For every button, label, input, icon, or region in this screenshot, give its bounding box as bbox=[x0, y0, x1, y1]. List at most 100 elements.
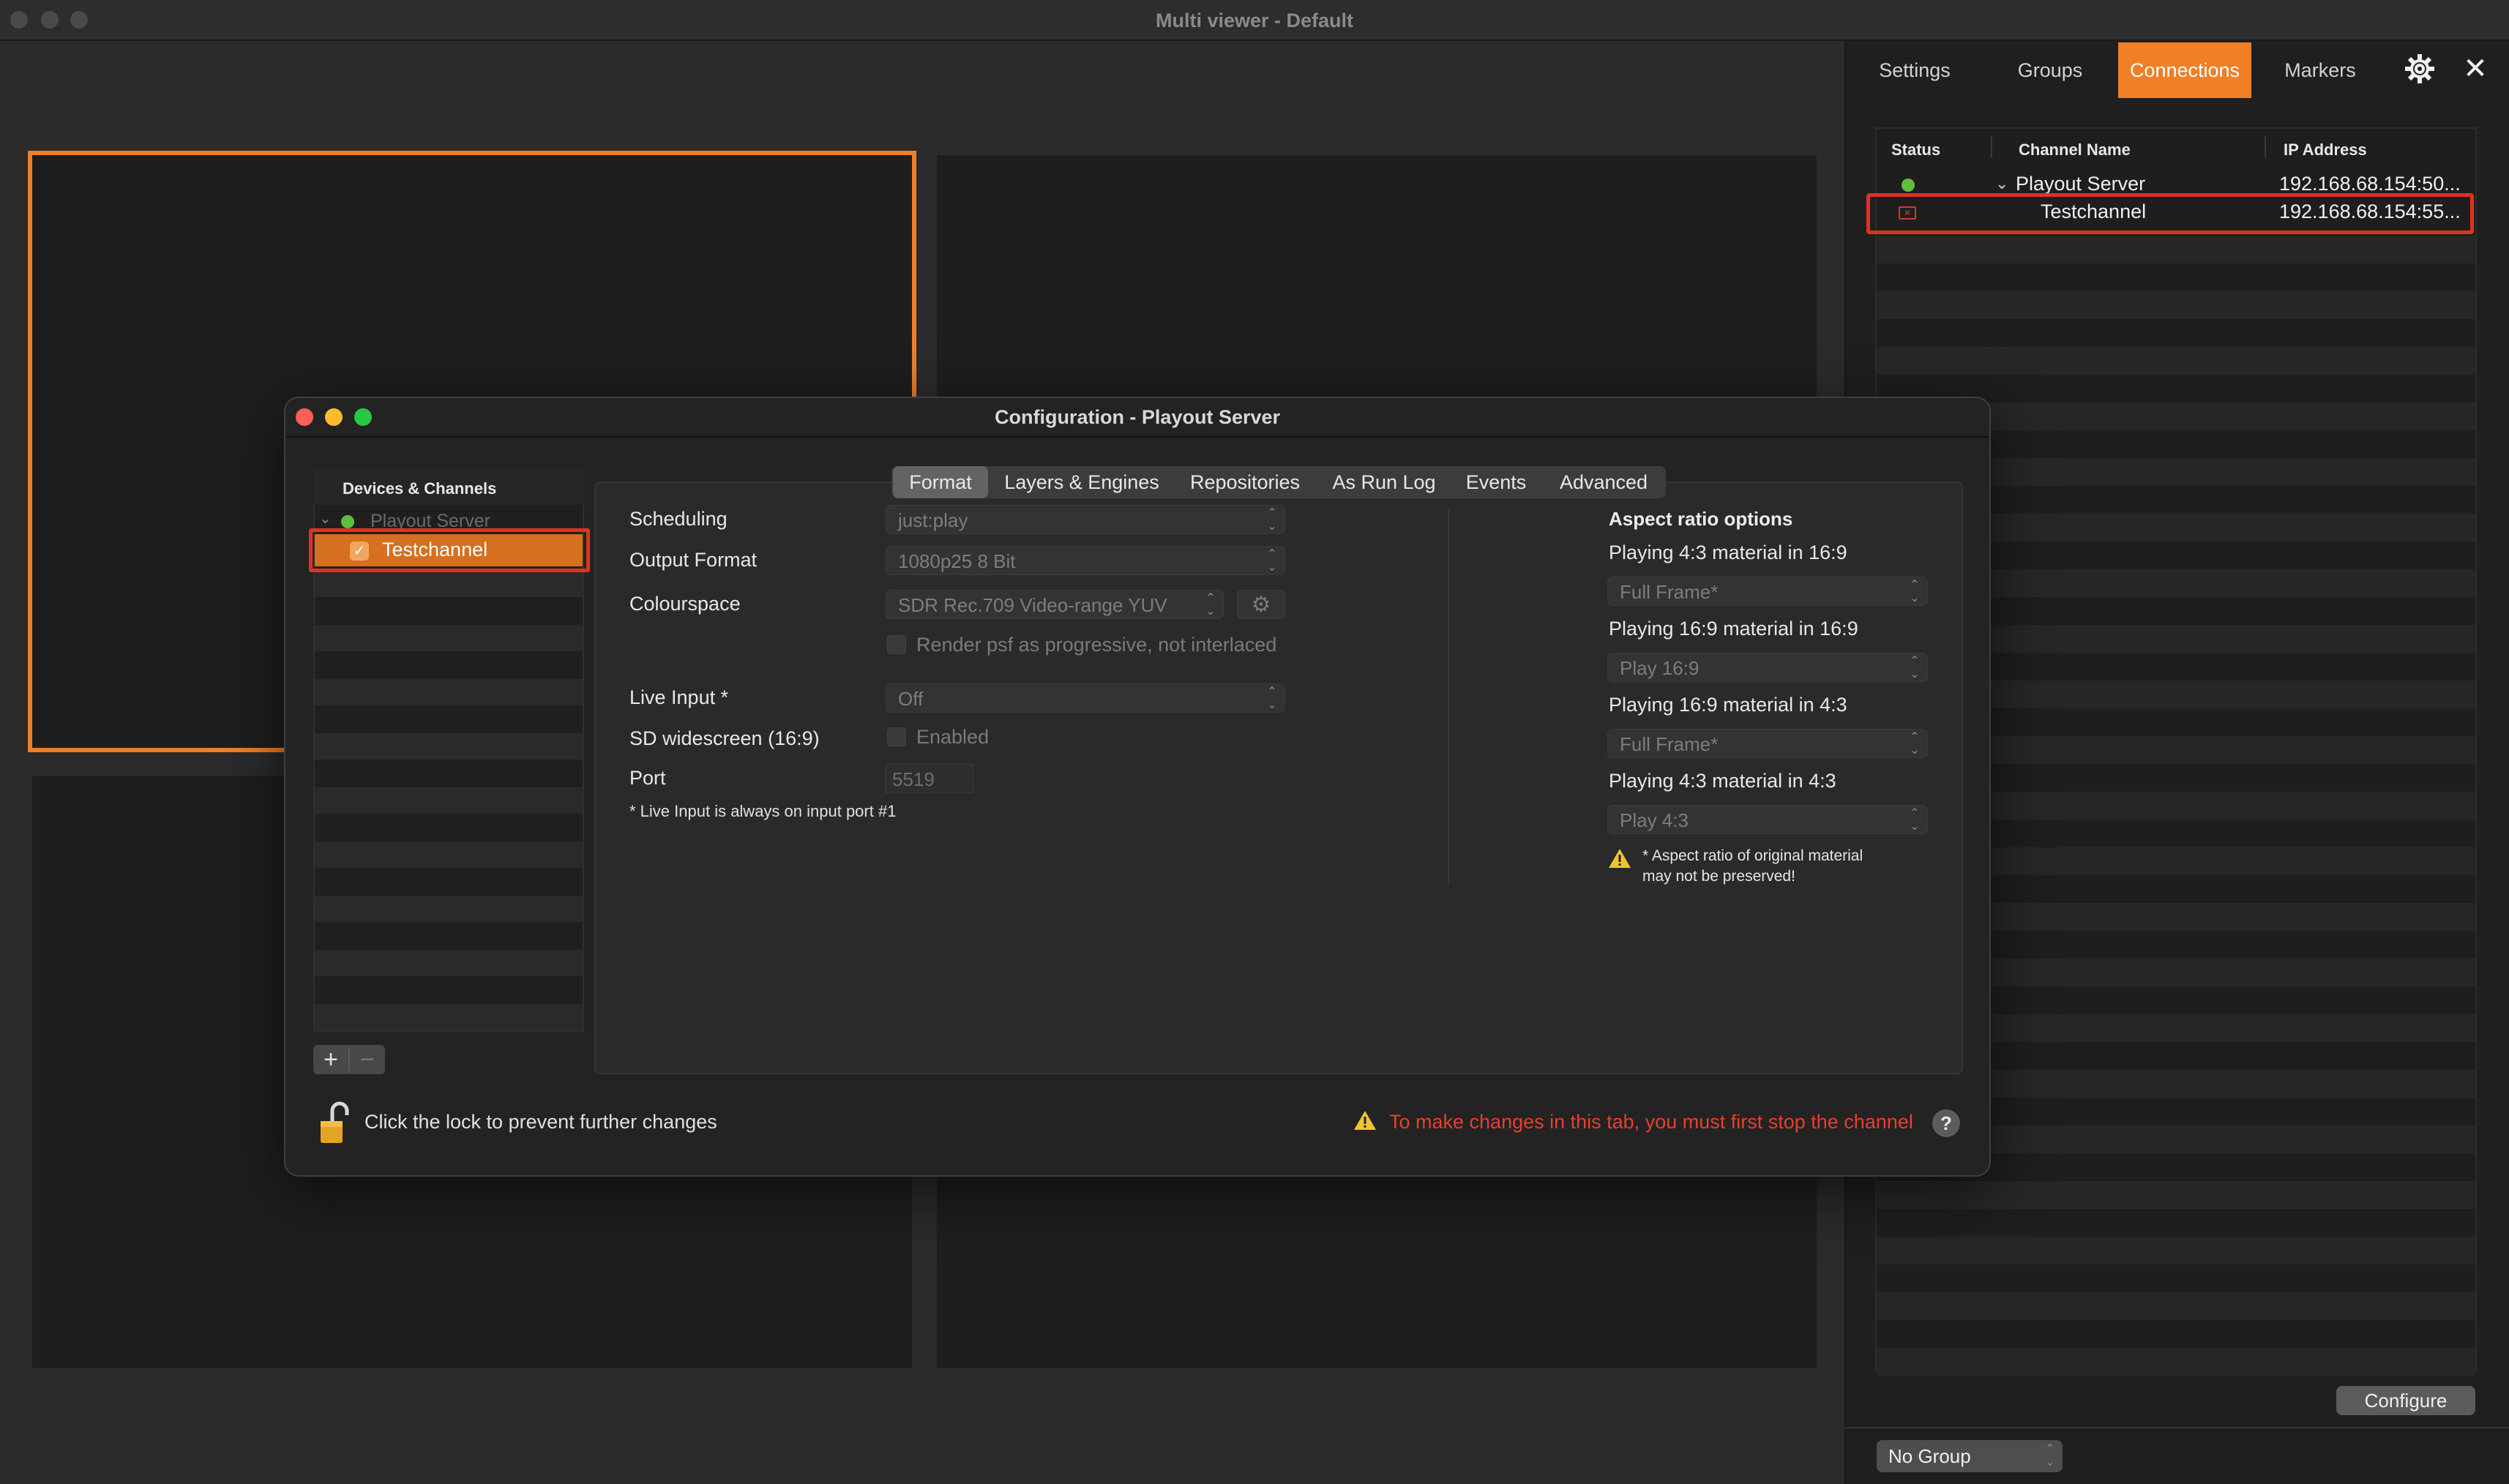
colourspace-value: SDR Rec.709 Video-range YUV bbox=[898, 594, 1167, 616]
table-row-empty bbox=[1877, 347, 2475, 375]
group-select-value: No Group bbox=[1888, 1445, 1971, 1467]
colourspace-label: Colourspace bbox=[629, 593, 741, 615]
stepper-icon: ⌃ ⌄ bbox=[1267, 686, 1277, 711]
divider bbox=[1448, 509, 1449, 885]
list-row-empty bbox=[315, 950, 583, 976]
sd-widescreen-enabled-label: Enabled bbox=[916, 726, 990, 748]
list-row-empty bbox=[315, 1004, 583, 1030]
chevron-down-icon[interactable]: ⌄ bbox=[1995, 174, 2008, 193]
live-input-select[interactable]: Off ⌃ ⌄ bbox=[886, 683, 1285, 713]
table-row-empty bbox=[1877, 1237, 2475, 1264]
column-divider bbox=[2265, 136, 2266, 158]
aspect-option-label: Playing 16:9 material in 16:9 bbox=[1609, 618, 1858, 640]
remove-icon[interactable]: − bbox=[350, 1045, 385, 1074]
close-icon[interactable]: ✕ bbox=[2456, 50, 2494, 88]
help-button[interactable]: ? bbox=[1932, 1109, 1960, 1137]
list-row-empty bbox=[315, 571, 583, 597]
list-row-empty bbox=[315, 787, 583, 814]
scheduling-value: just:play bbox=[898, 509, 968, 531]
aspect-select-16-9-in-16-9[interactable]: Play 16:9 ⌃ ⌄ bbox=[1607, 653, 1928, 682]
scheduling-label: Scheduling bbox=[629, 508, 728, 530]
table-row-empty bbox=[1877, 236, 2475, 263]
aspect-option-label: Playing 16:9 material in 4:3 bbox=[1609, 694, 1847, 716]
status-ok-icon bbox=[341, 515, 354, 528]
tab-events[interactable]: Events bbox=[1457, 466, 1536, 498]
annotation-highlight bbox=[1866, 193, 2474, 234]
warning-icon bbox=[1607, 847, 1632, 873]
list-row-empty bbox=[315, 896, 583, 922]
add-icon[interactable]: + bbox=[313, 1045, 348, 1074]
aspect-warning-line1: * Aspect ratio of original material bbox=[1642, 847, 1863, 864]
stepper-icon: ⌃ ⌄ bbox=[1267, 507, 1277, 533]
aspect-ratio-title: Aspect ratio options bbox=[1609, 508, 1793, 530]
status-ok-icon bbox=[1902, 179, 1915, 192]
dialog-title: Configuration - Playout Server bbox=[994, 406, 1281, 428]
tab-as-run-log[interactable]: As Run Log bbox=[1322, 466, 1446, 498]
live-input-note: * Live Input is always on input port #1 bbox=[629, 802, 897, 820]
annotation-highlight bbox=[309, 528, 590, 572]
tab-advanced[interactable]: Advanced bbox=[1546, 466, 1661, 498]
column-header-status[interactable]: Status bbox=[1891, 140, 1940, 160]
colourspace-select[interactable]: SDR Rec.709 Video-range YUV ⌃ ⌄ bbox=[886, 590, 1224, 619]
window-title: Multi viewer - Default bbox=[1155, 10, 1354, 31]
list-row-empty bbox=[315, 733, 583, 760]
tab-layers-engines[interactable]: Layers & Engines bbox=[994, 466, 1170, 498]
colourspace-settings-gear-icon[interactable]: ⚙ bbox=[1237, 590, 1285, 619]
tab-settings[interactable]: Settings bbox=[1859, 42, 1970, 98]
tab-connections[interactable]: Connections bbox=[2118, 42, 2251, 98]
port-label: Port bbox=[629, 767, 666, 789]
stepper-icon: ⌃ ⌄ bbox=[1267, 548, 1277, 574]
tab-groups[interactable]: Groups bbox=[1992, 42, 2108, 98]
aspect-select-value: Full Frame* bbox=[1620, 733, 1719, 755]
divider bbox=[1844, 1427, 2509, 1428]
output-format-select[interactable]: 1080p25 8 Bit ⌃ ⌄ bbox=[886, 546, 1285, 575]
warning-icon bbox=[1353, 1109, 1377, 1135]
sd-widescreen-checkbox[interactable] bbox=[887, 727, 906, 746]
output-format-label: Output Format bbox=[629, 549, 758, 571]
stepper-icon: ⌃ ⌄ bbox=[2045, 1443, 2055, 1469]
column-divider bbox=[1991, 136, 1992, 158]
stop-channel-warning: To make changes in this tab, you must fi… bbox=[1389, 1111, 1913, 1133]
live-input-value: Off bbox=[898, 688, 924, 710]
divider bbox=[285, 436, 1989, 438]
aspect-select-4-3-in-4-3[interactable]: Play 4:3 ⌃ ⌄ bbox=[1607, 805, 1928, 834]
aspect-select-16-9-in-4-3[interactable]: Full Frame* ⌃ ⌄ bbox=[1607, 729, 1928, 758]
render-psf-label: Render psf as progressive, not interlace… bbox=[916, 634, 1277, 656]
aspect-select-value: Play 4:3 bbox=[1620, 809, 1689, 831]
tab-repositories[interactable]: Repositories bbox=[1180, 466, 1310, 498]
sd-widescreen-label: SD widescreen (16:9) bbox=[629, 727, 820, 749]
lock-open-icon[interactable] bbox=[316, 1098, 353, 1146]
tab-format[interactable]: Format bbox=[893, 466, 988, 498]
aspect-select-value: Full Frame* bbox=[1620, 581, 1719, 603]
list-row-empty bbox=[315, 679, 583, 705]
table-row-empty bbox=[1877, 1181, 2475, 1209]
group-select[interactable]: No Group ⌃ ⌄ bbox=[1877, 1440, 2063, 1472]
devices-list-header: Devices & Channels bbox=[313, 468, 584, 505]
chevron-down-icon[interactable]: ⌄ bbox=[319, 509, 332, 528]
output-format-value: 1080p25 8 Bit bbox=[898, 550, 1016, 572]
gear-icon[interactable] bbox=[2399, 48, 2440, 89]
stepper-icon: ⌃ ⌄ bbox=[1910, 655, 1920, 681]
table-row-empty bbox=[1877, 1292, 2475, 1320]
lock-hint-text: Click the lock to prevent further change… bbox=[364, 1111, 717, 1133]
stepper-icon: ⌃ ⌄ bbox=[1910, 807, 1920, 833]
aspect-option-label: Playing 4:3 material in 16:9 bbox=[1609, 541, 1847, 563]
scheduling-select[interactable]: just:play ⌃ ⌄ bbox=[886, 505, 1285, 534]
column-header-ip-address[interactable]: IP Address bbox=[2284, 140, 2367, 160]
table-row-empty bbox=[1877, 291, 2475, 319]
stepper-icon: ⌃ ⌄ bbox=[1205, 592, 1216, 618]
tab-markers[interactable]: Markers bbox=[2265, 42, 2376, 98]
channel-name: Playout Server bbox=[2016, 173, 2146, 195]
aspect-warning-line2: may not be preserved! bbox=[1642, 868, 1795, 885]
stepper-icon: ⌃ ⌄ bbox=[1910, 731, 1920, 757]
configure-button[interactable]: Configure bbox=[2336, 1386, 2475, 1415]
list-row-empty bbox=[315, 842, 583, 868]
stepper-icon: ⌃ ⌄ bbox=[1910, 579, 1920, 604]
list-row-empty bbox=[315, 625, 583, 651]
render-psf-checkbox[interactable] bbox=[887, 635, 906, 654]
column-header-channel-name[interactable]: Channel Name bbox=[2019, 140, 2131, 160]
live-input-label: Live Input * bbox=[629, 686, 729, 708]
port-input[interactable]: 5519 bbox=[886, 764, 973, 793]
table-row-empty bbox=[1877, 1348, 2475, 1376]
aspect-select-4-3-in-16-9[interactable]: Full Frame* ⌃ ⌄ bbox=[1607, 577, 1928, 606]
